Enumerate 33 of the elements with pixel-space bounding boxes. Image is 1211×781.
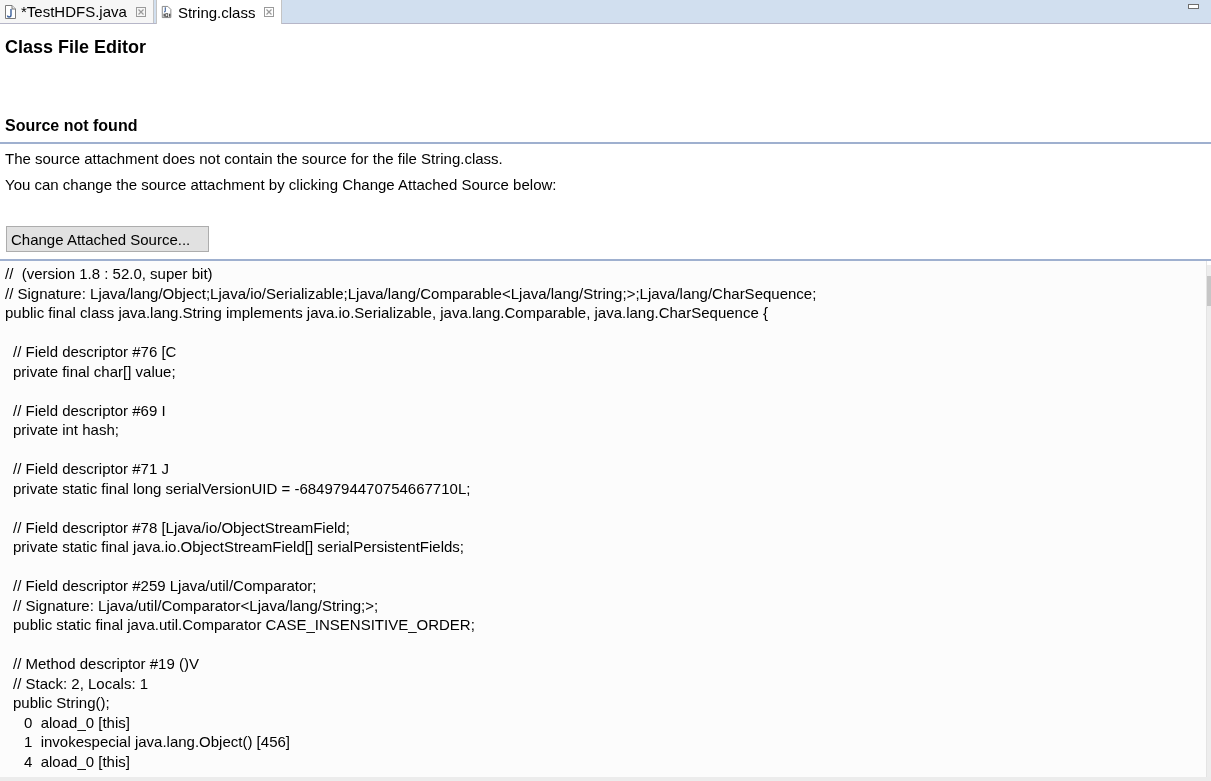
minimize-icon[interactable] [1188,4,1199,9]
code-line: 1 invokespecial java.lang.Object() [456] [23,732,290,752]
java-file-icon [4,4,16,19]
code-line: // (version 1.8 : 52.0, super bit) [5,264,213,284]
editor-tab[interactable]: *TestHDFS.java [0,0,154,23]
code-line: public String(); [13,693,110,713]
editor-title: Class File Editor [5,36,148,59]
close-icon[interactable] [264,7,275,17]
code-line: 0 aload_0 [this] [23,712,130,732]
change-attached-source-button[interactable]: Change Attached Source... [6,226,209,252]
binary-file-icon [160,5,173,19]
code-line: 4 aload_0 [this] [23,751,130,771]
code-line: // Field descriptor #259 Ljava/util/Comparator; [13,576,317,596]
code-line: // Signature: Ljava/lang/Object;Ljava/io/Serializable;Ljava/lang/Comparable<Ljava/lang/String;>;Ljava/lang/CharSequence; [5,283,817,303]
section-title: Source not found [5,116,139,136]
code-line: // Field descriptor #69 I [13,400,166,420]
code-line: // Field descriptor #78 [Ljava/io/ObjectStreamField; [13,517,350,537]
code-line: public final class java.lang.String implements java.io.Serializable, java.lang.Comparable, java.lang.CharSequence { [5,303,768,323]
code-line: // Field descriptor #71 J [13,459,169,479]
code-line: // Signature: Ljava/util/Comparator<Ljava/lang/String;>; [13,595,379,615]
code-line: private static final long serialVersionUID = -6849794470754667710L; [13,478,471,498]
code-line: private int hash; [13,420,119,440]
code-line: // Field descriptor #76 [C [13,342,177,362]
close-icon[interactable] [135,6,146,17]
message-text: You can change the source attachment by clicking Change Attached Source below: [5,175,558,195]
code-line: public static final java.util.Comparator CASE_INSENSITIVE_ORDER; [13,615,475,635]
code-line: private static final java.io.ObjectStreamField[] serialPersistentFields; [13,537,464,557]
code-line: // Method descriptor #19 ()V [13,654,199,674]
message-text: The source attachment does not contain the source for the file String.class. [5,149,504,169]
scrollbar-thumb[interactable] [1207,276,1211,306]
code-line: // Stack: 2, Locals: 1 [13,673,149,693]
editor-tab[interactable]: String.class [155,0,283,24]
code-line: private final char[] value; [13,361,176,381]
